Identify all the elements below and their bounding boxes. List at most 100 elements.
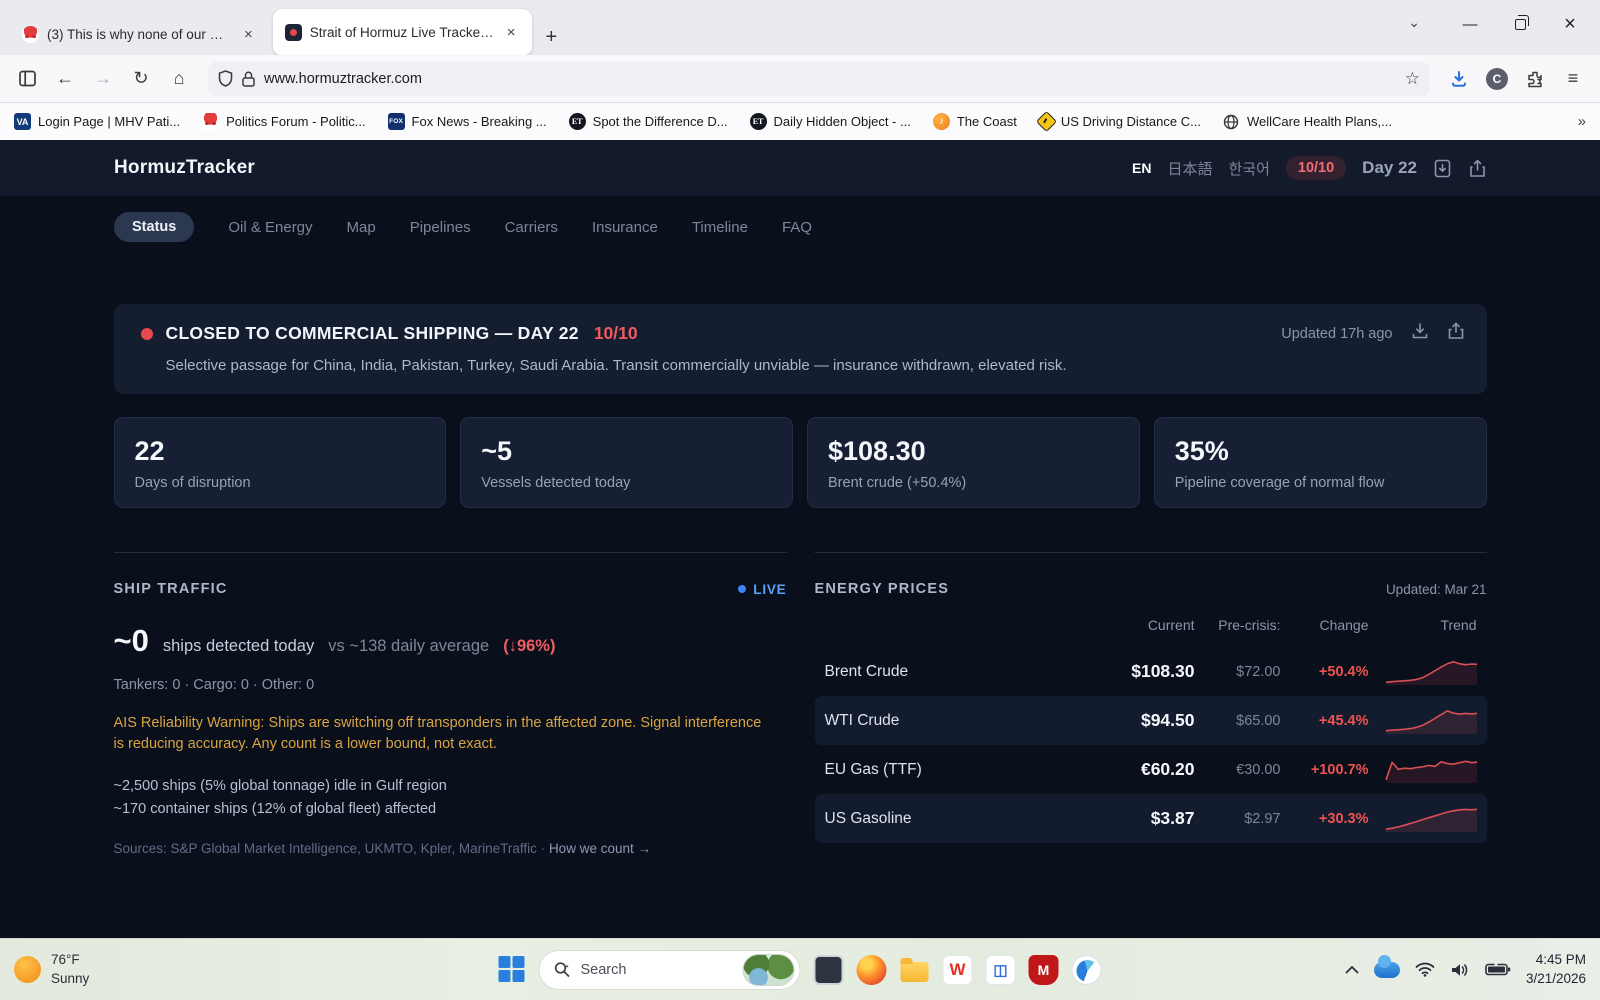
lock-icon[interactable] [242, 71, 255, 87]
bookmark-item[interactable]: ET Daily Hidden Object - ... [750, 113, 911, 130]
site-logo[interactable]: HormuzTracker [114, 157, 255, 179]
back-button[interactable]: ← [48, 63, 82, 95]
browser-globe-icon[interactable] [1072, 955, 1102, 985]
volume-icon[interactable] [1450, 962, 1470, 978]
bookmark-label: Login Page | MHV Pati... [38, 114, 180, 129]
trend-sparkline [1369, 658, 1477, 686]
lang-en-button[interactable]: EN [1132, 160, 1151, 176]
tab-pipelines[interactable]: Pipelines [410, 219, 471, 236]
firefox-icon[interactable] [857, 955, 887, 985]
bookmark-item[interactable]: US Driving Distance C... [1039, 114, 1201, 129]
sidebar-toggle-icon[interactable] [10, 63, 44, 95]
bookmark-label: Fox News - Breaking ... [412, 114, 547, 129]
alert-share-icon[interactable] [1447, 322, 1465, 345]
start-button[interactable] [499, 956, 526, 983]
screen: (3) This is why none of our EU " × Strai… [0, 0, 1600, 1000]
bookmark-item[interactable]: WellCare Health Plans,... [1223, 113, 1392, 130]
day-counter: Day 22 [1362, 158, 1417, 178]
forward-button[interactable]: → [86, 63, 120, 95]
tab-hormuz-tracker[interactable]: Strait of Hormuz Live Tracker — × [273, 9, 532, 55]
col-current: Current [1090, 617, 1195, 633]
file-explorer-icon[interactable] [900, 955, 930, 985]
download-report-icon[interactable] [1433, 159, 1452, 178]
address-bar[interactable]: www.hormuztracker.com ☆ [208, 62, 1430, 96]
tab-title: Strait of Hormuz Live Tracker — [310, 25, 495, 40]
tab-faq[interactable]: FAQ [782, 219, 812, 236]
tab-insurance[interactable]: Insurance [592, 219, 658, 236]
shield-icon[interactable] [218, 70, 233, 87]
bookmark-item[interactable]: ET Spot the Difference D... [569, 113, 728, 130]
tab-map[interactable]: Map [347, 219, 376, 236]
url-text[interactable]: www.hormuztracker.com [264, 71, 1396, 87]
how-we-count-link[interactable]: How we count → [549, 841, 651, 856]
tab-close-icon[interactable]: × [240, 24, 257, 45]
menu-hamburger-icon[interactable]: ≡ [1556, 63, 1590, 95]
task-view-button[interactable] [814, 955, 844, 985]
reload-button[interactable]: ↻ [124, 63, 158, 95]
bookmarks-overflow-chevron-icon[interactable]: » [1578, 113, 1586, 130]
trend-sparkline [1369, 756, 1477, 784]
wps-writer-icon[interactable]: W [943, 955, 973, 985]
stat-card-vessels-today: ~5 Vessels detected today [460, 417, 793, 508]
tab-politics-forum[interactable]: (3) This is why none of our EU " × [10, 13, 269, 55]
stat-value: 22 [135, 436, 426, 467]
taskbar-search[interactable]: Search [539, 950, 801, 990]
ships-detected-value: ~0 [114, 623, 149, 659]
onedrive-icon[interactable] [1374, 962, 1400, 978]
bookmark-label: The Coast [957, 114, 1017, 129]
extensions-puzzle-icon[interactable] [1518, 63, 1552, 95]
downloads-button[interactable] [1442, 63, 1476, 95]
alert-severity: 10/10 [594, 323, 638, 344]
bookmark-item[interactable]: Politics Forum - Politic... [202, 113, 365, 130]
weather-desc: Sunny [51, 970, 89, 988]
stat-label: Brent crude (+50.4%) [828, 475, 1119, 491]
window-controls: ⌄ — × [1408, 0, 1592, 55]
list-tabs-chevron-icon[interactable]: ⌄ [1408, 14, 1442, 41]
tab-timeline[interactable]: Timeline [692, 219, 748, 236]
home-button[interactable]: ⌂ [162, 63, 196, 95]
search-highlight-image[interactable] [743, 954, 795, 986]
table-row-us-gasoline: US Gasoline $3.87 $2.97 +30.3% [815, 794, 1487, 843]
current-price: $108.30 [1090, 661, 1195, 682]
site-nav: Status Oil & Energy Map Pipelines Carrie… [0, 196, 1600, 258]
battery-icon[interactable] [1485, 962, 1511, 977]
close-window-button[interactable]: × [1548, 5, 1592, 45]
bookmark-star-icon[interactable]: ☆ [1405, 69, 1420, 89]
hormuz-tracker-favicon-icon [285, 24, 302, 41]
share-icon[interactable] [1468, 159, 1487, 178]
restore-icon [1515, 19, 1526, 30]
live-dot-icon [738, 585, 746, 593]
tab-carriers[interactable]: Carriers [505, 219, 558, 236]
restore-button[interactable] [1498, 5, 1542, 45]
live-indicator: LIVE [738, 582, 786, 597]
tab-title: (3) This is why none of our EU " [47, 27, 232, 42]
col-pre-crisis: Pre-crisis: [1195, 617, 1281, 633]
idle-ships-fact: ~2,500 ships (5% global tonnage) idle in… [114, 775, 787, 798]
bookmark-item[interactable]: ♪ The Coast [933, 113, 1017, 130]
energy-prices-section: ENERGY PRICES Updated: Mar 21 Current Pr… [815, 508, 1487, 856]
tab-close-icon[interactable]: × [503, 22, 520, 43]
current-price: $94.50 [1090, 710, 1195, 731]
weather-widget[interactable]: 76°F Sunny [14, 951, 89, 987]
taskbar-clock[interactable]: 4:45 PM 3/21/2026 [1526, 951, 1586, 989]
alert-status-dot [141, 328, 153, 340]
globe-icon [1223, 113, 1240, 130]
container-ships-fact: ~170 container ships (12% of global flee… [114, 798, 787, 821]
mcafee-icon[interactable]: M [1029, 955, 1059, 985]
daily-average-text: vs ~138 daily average [328, 637, 489, 656]
col-trend: Trend [1369, 617, 1477, 633]
tray-chevron-up-icon[interactable] [1345, 965, 1359, 974]
minimize-button[interactable]: — [1448, 5, 1492, 45]
wifi-icon[interactable] [1415, 962, 1435, 977]
tab-status[interactable]: Status [114, 212, 194, 242]
bookmark-item[interactable]: VA Login Page | MHV Pati... [14, 113, 180, 130]
tab-oil-energy[interactable]: Oil & Energy [228, 219, 312, 236]
lang-ja-button[interactable]: 日本語 [1167, 158, 1212, 179]
app-cube-icon[interactable]: ◫ [986, 955, 1016, 985]
alert-download-icon[interactable] [1411, 322, 1429, 345]
lang-ko-button[interactable]: 한국어 [1228, 158, 1269, 179]
bookmark-item[interactable]: FOX Fox News - Breaking ... [388, 113, 547, 130]
trend-sparkline [1369, 805, 1477, 833]
new-tab-button[interactable]: + [534, 24, 570, 55]
account-button[interactable]: C [1480, 63, 1514, 95]
